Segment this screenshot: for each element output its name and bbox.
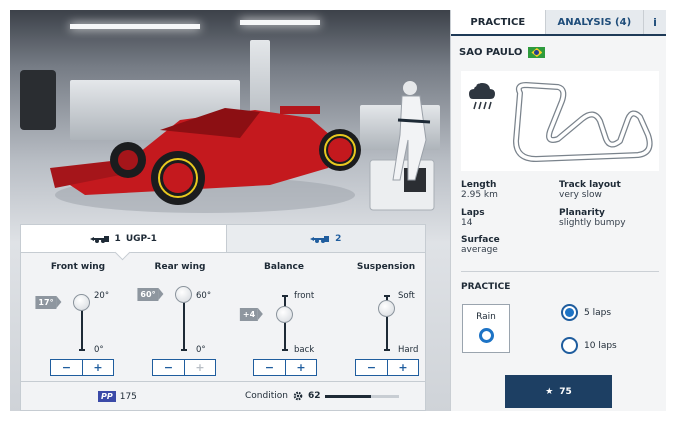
tab-analysis[interactable]: ANALYSIS (4): [545, 10, 644, 34]
rear-wing-min-label: 0°: [196, 345, 206, 355]
balance-back-label: back: [294, 345, 315, 355]
increase-button[interactable]: +: [82, 360, 113, 375]
session-panel: PRACTICE ANALYSIS (4) i SAO PAULO 25° Le…: [450, 10, 666, 411]
track-header: SAO PAULO: [459, 47, 546, 58]
gear-icon: [293, 391, 303, 401]
tab-practice[interactable]: PRACTICE: [451, 10, 546, 34]
option-label: 5 laps: [584, 307, 612, 318]
suspension-control: Suspension Soft Hard − +: [336, 253, 436, 381]
increase-button[interactable]: +: [285, 360, 316, 375]
laps-info: Laps 14: [461, 208, 485, 228]
balance-value-badge: +4: [239, 307, 264, 321]
car-number: 2: [335, 233, 342, 244]
divider: [461, 271, 659, 272]
performance-points: PP 175: [98, 391, 137, 402]
setup-footer: PP 175 Condition 62: [21, 381, 425, 411]
length-value: 2.95 km: [461, 190, 498, 200]
decrease-button[interactable]: −: [254, 360, 285, 375]
practice-heading: PRACTICE: [461, 282, 511, 292]
surface-info: Surface average: [461, 235, 500, 255]
decrease-button[interactable]: −: [356, 360, 387, 375]
front-wing-control: Front wing 20° 0° 17° − +: [28, 253, 128, 381]
race-car-icon: [89, 235, 109, 243]
condition-bar: [325, 394, 400, 398]
option-5-laps[interactable]: 5 laps: [561, 304, 611, 321]
front-wing-min-label: 0°: [94, 345, 104, 355]
option-label: 10 laps: [584, 340, 617, 351]
condition-value: 62: [307, 391, 321, 401]
brazil-flag-icon: [528, 47, 546, 58]
condition-label: Condition: [245, 391, 288, 401]
decrease-button[interactable]: −: [153, 360, 184, 375]
rear-wing-control: Rear wing 60° 0° 60° − +: [130, 253, 230, 381]
suspension-hard-label: Hard: [398, 345, 419, 355]
option-10-laps[interactable]: 10 laps: [561, 337, 617, 354]
rear-wing-max-label: 60°: [196, 291, 212, 301]
track-name: SAO PAULO: [459, 47, 523, 58]
rear-wing-slider-track[interactable]: [181, 295, 187, 351]
start-practice-button[interactable]: ★ 75: [505, 375, 612, 408]
front-wing-title: Front wing: [50, 262, 106, 272]
car-number: 1: [114, 233, 121, 244]
front-wing-slider-knob[interactable]: [73, 294, 90, 312]
driver-name: UGP-1: [125, 233, 157, 244]
balance-slider-track[interactable]: [282, 295, 288, 351]
game-window: PRACTICE ANALYSIS (4) i SAO PAULO 25° Le…: [10, 10, 666, 411]
rear-wing-stepper: − +: [152, 359, 216, 376]
rear-wing-title: Rear wing: [154, 262, 206, 272]
balance-front-label: front: [294, 291, 315, 301]
rain-toggle-button[interactable]: Rain: [462, 304, 510, 353]
front-wing-stepper: − +: [50, 359, 114, 376]
planarity-value: slightly bumpy: [559, 218, 626, 228]
rear-wing-slider-knob[interactable]: [175, 286, 192, 303]
pp-value: 175: [119, 391, 137, 402]
session-tabs: PRACTICE ANALYSIS (4) i: [451, 10, 666, 36]
laps-value: 14: [461, 218, 473, 228]
rear-wing-value-badge: 60°: [137, 288, 164, 301]
info-button[interactable]: i: [643, 10, 666, 34]
surface-label: Surface: [461, 235, 500, 245]
suspension-slider-knob[interactable]: [378, 300, 395, 317]
pp-badge: PP: [98, 391, 116, 402]
radio-icon[interactable]: [561, 337, 578, 354]
balance-slider-knob[interactable]: [276, 305, 293, 323]
decrease-button[interactable]: −: [51, 360, 82, 375]
balance-stepper: − +: [253, 359, 317, 376]
track-layout-label: Track layout: [559, 180, 621, 190]
planarity-info: Planarity slightly bumpy: [559, 208, 626, 228]
suspension-stepper: − +: [355, 359, 419, 376]
length-info: Length 2.95 km: [461, 180, 498, 200]
condition-bar-fill: [325, 394, 372, 398]
laps-label: Laps: [461, 208, 485, 218]
race-car-illustration: [50, 81, 435, 213]
radio-icon[interactable]: [561, 304, 578, 321]
rain-label: Rain: [476, 312, 496, 322]
increase-button[interactable]: +: [184, 360, 215, 375]
car-setup-panel: 1 UGP-1 2 Front wing 20° 0° 17° − + Rear…: [20, 224, 426, 411]
car-tabs: 1 UGP-1 2: [21, 225, 425, 253]
rain-toggle-icon: [478, 328, 494, 343]
length-label: Length: [461, 180, 497, 190]
track-layout-info: Track layout very slow: [559, 180, 621, 200]
star-icon: ★: [545, 386, 554, 397]
suspension-soft-label: Soft: [398, 291, 415, 301]
balance-control: Balance front back +4 − +: [234, 253, 334, 381]
race-car-icon: [310, 235, 330, 243]
car-condition: Condition 62: [245, 391, 400, 401]
front-wing-value-badge: 17°: [35, 296, 62, 310]
tab-car-1[interactable]: 1 UGP-1: [21, 225, 226, 252]
track-map: 25°: [461, 71, 659, 171]
balance-title: Balance: [264, 262, 304, 272]
start-button-label: 75: [559, 386, 572, 397]
surface-value: average: [461, 245, 498, 255]
planarity-label: Planarity: [559, 208, 605, 218]
temperature-label: 25°: [466, 80, 482, 89]
track-outline: [513, 82, 653, 162]
track-layout-value: very slow: [559, 190, 602, 200]
increase-button[interactable]: +: [387, 360, 418, 375]
tab-car-2[interactable]: 2: [225, 225, 425, 252]
suspension-title: Suspension: [356, 262, 416, 272]
front-wing-max-label: 20°: [94, 291, 110, 301]
